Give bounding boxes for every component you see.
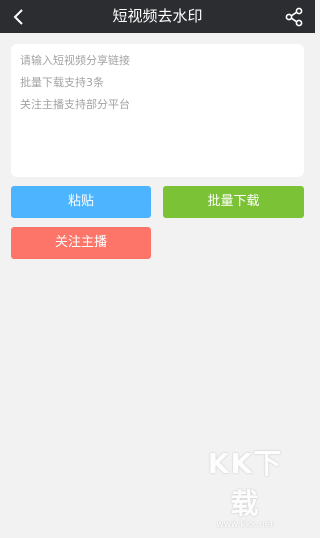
batch-download-button[interactable]: 批量下载 xyxy=(163,186,304,218)
share-icon xyxy=(285,7,303,26)
watermark-logo: KK下载 xyxy=(207,447,283,520)
app-header: 短视频去水印 xyxy=(0,0,315,33)
share-button[interactable] xyxy=(281,3,307,30)
watermark-url: www.kkx.net xyxy=(216,520,274,530)
watermark: KK下载 www.kkx.net xyxy=(195,442,295,530)
back-button[interactable] xyxy=(6,3,32,30)
follow-host-button[interactable]: 关注主播 xyxy=(11,227,151,259)
share-link-input[interactable]: 请输入短视频分享链接 批量下载支持3条 关注主播支持部分平台 xyxy=(11,44,304,177)
chevron-left-icon xyxy=(13,8,23,25)
page-title: 短视频去水印 xyxy=(112,7,203,25)
paste-button[interactable]: 粘贴 xyxy=(11,186,151,218)
